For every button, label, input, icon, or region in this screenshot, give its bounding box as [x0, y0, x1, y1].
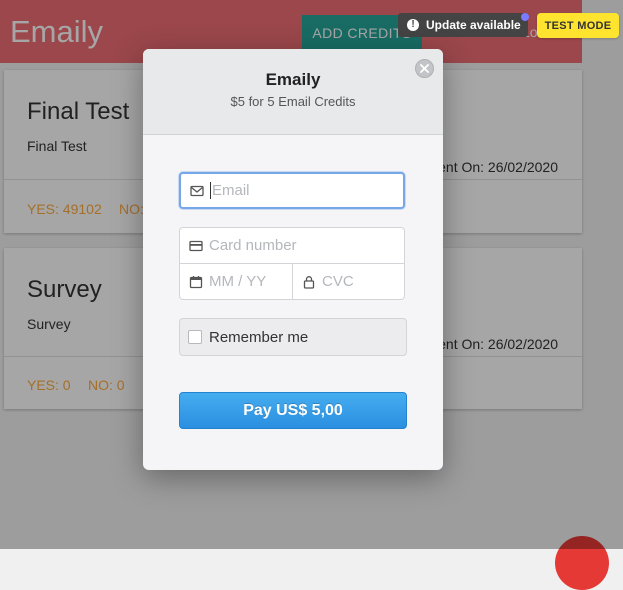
update-available-badge[interactable]: ! Update available: [398, 13, 528, 37]
card-number-field[interactable]: Card number: [179, 227, 405, 264]
cvc-field[interactable]: CVC: [292, 263, 405, 300]
checkout-modal: Emaily $5 for 5 Email Credits Email Card…: [143, 49, 443, 470]
test-mode-badge: TEST MODE: [537, 13, 619, 38]
alert-icon: !: [407, 19, 419, 31]
modal-title: Emaily: [265, 70, 321, 89]
text-caret: [210, 182, 211, 199]
email-placeholder: Email: [212, 182, 250, 199]
envelope-icon: [190, 185, 204, 196]
calendar-icon: [189, 275, 203, 288]
update-label: Update available: [426, 18, 521, 32]
notification-dot-icon: [521, 13, 529, 21]
cvc-placeholder: CVC: [322, 273, 354, 290]
pay-button[interactable]: Pay US$ 5,00: [179, 392, 407, 429]
remember-me-label: Remember me: [209, 328, 309, 346]
close-button[interactable]: [415, 59, 434, 78]
modal-subtitle: $5 for 5 Email Credits: [230, 94, 356, 109]
remember-me-checkbox[interactable]: [188, 330, 202, 344]
modal-header: Emaily $5 for 5 Email Credits: [143, 49, 443, 135]
email-field[interactable]: Email: [179, 172, 405, 209]
close-icon: [420, 64, 429, 73]
credit-card-icon: [189, 240, 203, 251]
expiry-placeholder: MM / YY: [209, 273, 267, 290]
remember-me-row[interactable]: Remember me: [179, 318, 407, 356]
card-number-placeholder: Card number: [209, 237, 297, 254]
expiry-field[interactable]: MM / YY: [179, 263, 293, 300]
lock-icon: [303, 275, 315, 289]
